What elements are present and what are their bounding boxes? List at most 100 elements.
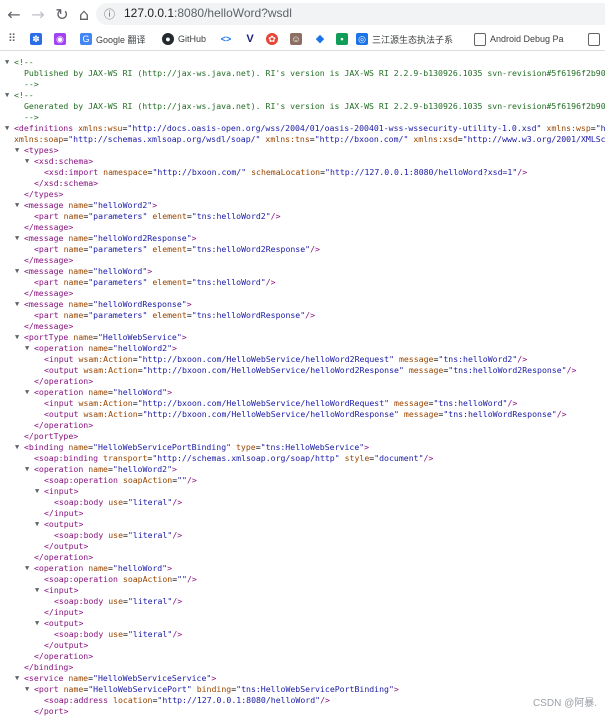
collapse-triangle-icon[interactable]: ▼ (15, 442, 23, 453)
collapse-triangle-icon[interactable]: ▼ (5, 123, 13, 134)
xml-line: <xsd:schema> (34, 156, 94, 166)
bookmark-label: GitHub (178, 34, 207, 44)
bookmark-avatar-icon[interactable]: ☺ (290, 30, 306, 48)
csdn-watermark: CSDN @阿暴. (532, 698, 597, 709)
bookmark-label: Android Debug Pa (490, 34, 564, 44)
bookmark-more-icon[interactable] (588, 30, 604, 48)
bookmark-google-translate[interactable]: G Google 翻译 (80, 30, 146, 48)
collapse-triangle-icon[interactable]: ▼ (5, 90, 13, 101)
xml-line: xmlns:soap="http://schemas.xmlsoap.org/w… (14, 134, 605, 144)
collapse-triangle-icon[interactable]: ▼ (25, 156, 33, 167)
xml-line: <message name="helloWord2Response"> (24, 233, 197, 243)
collapse-triangle-icon[interactable]: ▼ (25, 684, 33, 695)
address-bar[interactable]: ⓘ 127.0.0.1:8080/helloWord?wsdl (96, 3, 605, 25)
collapse-triangle-icon[interactable]: ▼ (15, 200, 23, 211)
collapse-triangle-icon[interactable]: ▼ (15, 332, 23, 343)
xml-line: <operation name="helloWord2"> (34, 464, 177, 474)
page-icon (474, 32, 486, 46)
collapse-triangle-icon[interactable]: ▼ (35, 486, 43, 497)
xml-line: <port name="HelloWebServicePort" binding… (34, 684, 399, 694)
xml-line: <output> (44, 618, 84, 628)
xml-line: <soap:binding transport="http://schemas.… (34, 453, 434, 463)
reload-icon[interactable]: ↻ (52, 4, 72, 24)
xml-line: <input> (44, 486, 79, 496)
bookmark-game-icon[interactable]: ◉ (54, 30, 70, 48)
collapse-triangle-icon[interactable]: ▼ (15, 299, 23, 310)
xml-line: <part name="parameters" element="tns:hel… (34, 244, 320, 254)
bookmark-green-icon[interactable]: ▪ (336, 30, 352, 48)
bookmark-paw-icon[interactable]: ✽ (30, 30, 46, 48)
xml-line: <operation name="helloWord"> (34, 387, 173, 397)
url-text[interactable]: 127.0.0.1:8080/helloWord?wsdl (124, 6, 292, 20)
bookmark-android-debug[interactable]: Android Debug Pa (474, 30, 564, 48)
xml-line: --> (24, 112, 39, 122)
collapse-triangle-icon[interactable]: ▼ (25, 343, 33, 354)
bookmarks-bar: ⠿ ✽ ◉ G Google 翻译 ● GitHub <> V ✿ ☺ ◆ ▪ ◎ 三… (0, 28, 605, 51)
xml-line: <soap:operation soapAction=""/> (44, 574, 197, 584)
xml-viewer: ▼ <!-- Published by JAX-WS RI (http://jax-… (0, 52, 605, 717)
xml-line: <types> (24, 145, 59, 155)
xml-line: <output wsam:Action="http://bxoon.com/He… (44, 409, 567, 419)
xml-line: <output wsam:Action="http://bxoon.com/He… (44, 365, 577, 375)
xml-line: <input wsam:Action="http://bxoon.com/Hel… (44, 354, 528, 364)
bookmark-v-icon[interactable]: V (244, 30, 260, 48)
xml-line: </message> (24, 222, 74, 232)
collapse-triangle-icon[interactable]: ▼ (35, 585, 43, 596)
xml-line: </output> (44, 640, 89, 650)
bookmark-label: Google 翻译 (96, 34, 146, 45)
xml-line: </port> (34, 706, 69, 716)
xml-line: </input> (44, 607, 84, 617)
xml-line: </binding> (24, 662, 74, 672)
translate-icon: G (80, 33, 92, 45)
collapse-triangle-icon[interactable]: ▼ (15, 145, 23, 156)
bookmark-diamond-icon[interactable]: ◆ (314, 30, 330, 48)
xml-line: <message name="helloWord"> (24, 266, 153, 276)
apps-icon[interactable]: ⠿ (6, 30, 22, 48)
browser-toolbar: ← → ↻ ⌂ ⓘ 127.0.0.1:8080/helloWord?wsdl (0, 0, 605, 28)
bookmark-github[interactable]: ● GitHub (162, 30, 206, 48)
xml-line: </operation> (34, 651, 94, 661)
collapse-triangle-icon[interactable]: ▼ (15, 233, 23, 244)
collapse-triangle-icon[interactable]: ▼ (35, 519, 43, 530)
forward-arrow-icon[interactable]: → (28, 4, 48, 24)
xml-line: <service name="HelloWebServiceService"> (24, 673, 217, 683)
xml-line: <part name="parameters" element="tns:hel… (34, 310, 316, 320)
github-icon: ● (162, 33, 174, 45)
xml-line: <definitions xmlns:wsu="http://docs.oasi… (14, 123, 605, 133)
collapse-triangle-icon[interactable]: ▼ (25, 464, 33, 475)
info-icon[interactable]: ⓘ (104, 6, 115, 22)
collapse-triangle-icon[interactable]: ▼ (5, 57, 13, 68)
collapse-triangle-icon[interactable]: ▼ (15, 673, 23, 684)
bookmark-label: 三江源生态执法子系 (372, 34, 454, 45)
xml-line: <part name="parameters" element="tns:hel… (34, 211, 281, 221)
bookmark-color-icon[interactable]: ✿ (266, 30, 282, 48)
bookmark-code-icon[interactable]: <> (220, 30, 236, 48)
collapse-triangle-icon[interactable]: ▼ (25, 387, 33, 398)
xml-line: </operation> (34, 376, 94, 386)
collapse-triangle-icon[interactable]: ▼ (15, 266, 23, 277)
site-icon: ◎ (356, 33, 368, 45)
xml-line: </portType> (24, 431, 79, 441)
xml-line: <portType name="HelloWebService"> (24, 332, 187, 342)
xml-line: <input> (44, 585, 79, 595)
home-icon[interactable]: ⌂ (74, 4, 94, 24)
bookmark-sanjiangyuan[interactable]: ◎ 三江源生态执法子系 (356, 30, 453, 48)
xml-line: </xsd:schema> (34, 178, 99, 188)
xml-line: </message> (24, 288, 74, 298)
xml-line: <message name="helloWordResponse"> (24, 299, 192, 309)
xml-line: <soap:body use="literal"/> (54, 596, 183, 606)
url-path: :8080/helloWord?wsdl (174, 6, 292, 20)
xml-line: </input> (44, 508, 84, 518)
xml-line: <soap:address location="http://127.0.0.1… (44, 695, 330, 705)
xml-line: <!-- (14, 90, 34, 100)
xml-line: </output> (44, 541, 89, 551)
xml-line: </message> (24, 321, 74, 331)
xml-line: </message> (24, 255, 74, 265)
url-host: 127.0.0.1 (124, 6, 175, 20)
xml-line: <soap:body use="literal"/> (54, 530, 183, 540)
back-arrow-icon[interactable]: ← (4, 4, 24, 24)
xml-line: <input wsam:Action="http://bxoon.com/Hel… (44, 398, 518, 408)
collapse-triangle-icon[interactable]: ▼ (25, 563, 33, 574)
xml-line: </operation> (34, 420, 94, 430)
collapse-triangle-icon[interactable]: ▼ (35, 618, 43, 629)
